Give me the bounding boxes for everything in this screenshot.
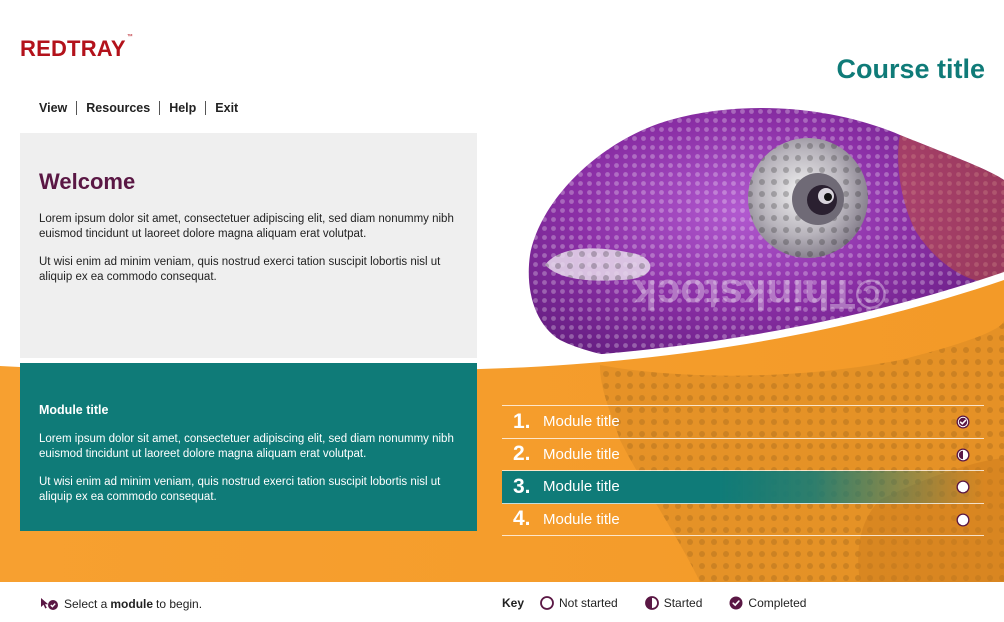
empty-circle-icon: [956, 513, 970, 526]
check-circle-icon: [729, 596, 743, 610]
welcome-title: Welcome: [39, 169, 136, 194]
module-number: 3.: [513, 474, 531, 498]
empty-circle-icon: [540, 596, 554, 610]
key-started: Started: [644, 596, 703, 610]
key-not-started: Not started: [540, 596, 618, 610]
instruction-bold: module: [110, 597, 154, 611]
module-number: 4.: [513, 507, 531, 531]
module-number: 1.: [513, 409, 531, 433]
module-info-panel: Module title Lorem ipsum dolor sit amet,…: [20, 363, 477, 531]
welcome-paragraph-1: Lorem ipsum dolor sit amet, consectetuer…: [39, 213, 454, 240]
module-item-3[interactable]: 3. Module title: [502, 471, 984, 504]
module-item-2[interactable]: 2. Module title: [502, 439, 984, 471]
module-label: Module title: [543, 478, 620, 496]
module-item-4[interactable]: 4. Module title: [502, 504, 984, 536]
check-circle-icon: [956, 415, 970, 429]
module-item-1[interactable]: 1. Module title: [502, 406, 984, 439]
module-label: Module title: [543, 445, 620, 463]
watermark-text: ©Thinkstock: [633, 271, 886, 318]
module-list: 1. Module title 2. Module title 3. Modul…: [502, 405, 984, 536]
module-info-title: Module title: [39, 403, 109, 417]
module-info-paragraph-1: Lorem ipsum dolor sit amet, consectetuer…: [39, 433, 454, 460]
redtray-logo: REDTRAY™: [20, 34, 133, 61]
key-not-started-label: Not started: [559, 596, 618, 610]
empty-circle-icon: [956, 480, 970, 494]
status-key: Key Not started Started Completed: [502, 596, 833, 610]
half-circle-icon: [644, 596, 659, 610]
module-label: Module title: [543, 413, 620, 431]
key-started-label: Started: [663, 596, 703, 610]
module-info-paragraph-2: Ut wisi enim ad minim veniam, quis nostr…: [39, 476, 441, 503]
module-label: Module title: [543, 510, 620, 528]
cursor-click-icon: [41, 598, 58, 610]
footer-bar: Select a module to begin. Key Not starte…: [0, 582, 1004, 622]
instruction-post: to begin.: [156, 597, 203, 611]
key-label: Key: [502, 596, 525, 610]
instruction-pre: Select a: [64, 597, 108, 611]
key-completed-label: Completed: [748, 596, 807, 610]
module-number: 2.: [513, 442, 531, 466]
half-circle-icon: [956, 448, 970, 461]
key-completed: Completed: [729, 596, 806, 610]
welcome-paragraph-2: Ut wisi enim ad minim veniam, quis nostr…: [39, 256, 441, 283]
welcome-panel: Welcome Lorem ipsum dolor sit amet, cons…: [20, 133, 477, 358]
instruction-text: Select a module to begin.: [39, 596, 202, 612]
